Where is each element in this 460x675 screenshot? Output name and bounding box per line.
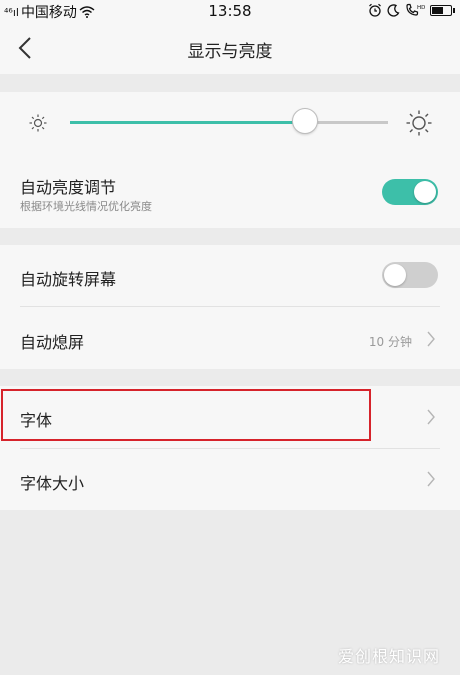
highlight-box: [1, 389, 371, 441]
svg-text:HD: HD: [417, 5, 425, 11]
auto-brightness-label: 自动亮度调节: [20, 178, 117, 197]
screen-off-value: 10 分钟: [368, 335, 412, 349]
auto-brightness-row: 自动亮度调节 根据环境光线情况优化亮度: [0, 160, 460, 220]
brightness-slider[interactable]: [70, 108, 388, 134]
hd-call-icon: HD: [406, 3, 425, 16]
status-right: HD: [368, 3, 455, 17]
sun-large-icon: [406, 110, 432, 136]
chevron-right-icon: [427, 409, 435, 425]
sun-small-icon: [29, 114, 47, 132]
chevron-right-icon: [427, 471, 435, 487]
nav-bar: 显示与亮度: [0, 22, 460, 74]
auto-rotate-toggle[interactable]: [382, 262, 438, 288]
alarm-icon: [369, 3, 381, 17]
auto-rotate-row[interactable]: 自动旋转屏幕: [0, 245, 460, 307]
auto-rotate-label: 自动旋转屏幕: [20, 270, 117, 289]
status-bar: ⁴⁶ıl 中国移动 13:58 HD: [0, 0, 460, 22]
screen-off-row[interactable]: 自动熄屏 10 分钟: [0, 307, 460, 369]
font-size-row[interactable]: 字体大小: [0, 449, 460, 510]
auto-brightness-toggle[interactable]: [382, 179, 438, 205]
battery-icon: [430, 4, 455, 16]
page-title: 显示与亮度: [187, 42, 273, 62]
watermark: 爱创根知识网: [337, 647, 440, 666]
moon-icon: [387, 3, 400, 17]
screen-card: 自动旋转屏幕 自动熄屏 10 分钟: [0, 245, 460, 369]
chevron-right-icon: [427, 331, 435, 347]
screen-off-label: 自动熄屏: [20, 333, 85, 352]
auto-brightness-description: 根据环境光线情况优化亮度: [20, 200, 152, 213]
brightness-slider-fill: [70, 121, 306, 124]
font-size-label: 字体大小: [20, 474, 85, 493]
